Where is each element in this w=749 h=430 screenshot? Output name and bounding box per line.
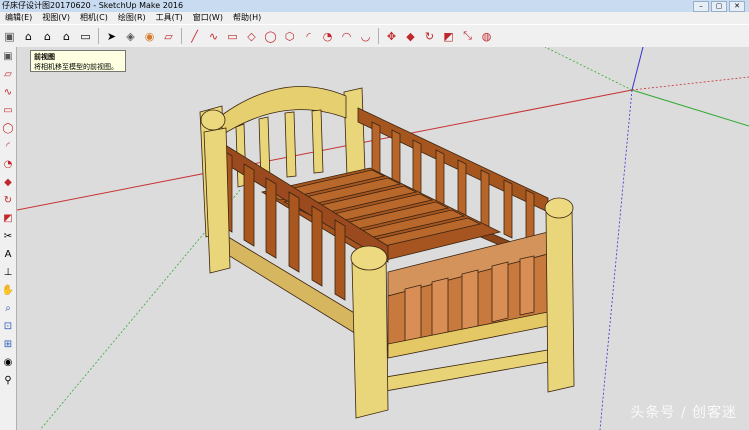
title-bar: 仔床仔设计图20170620 - SketchUp Make 2016 – ▢ … bbox=[0, 0, 749, 12]
cube-icon[interactable]: ▣ bbox=[1, 49, 15, 63]
menu-view[interactable]: 视图(V) bbox=[37, 12, 75, 24]
arc-tangent-icon[interactable]: ◡ bbox=[358, 28, 374, 44]
menu-bar: 编辑(E) 视图(V) 相机(C) 绘图(R) 工具(T) 窗口(W) 帮助(H… bbox=[0, 12, 749, 24]
eraser-icon[interactable]: ▱ bbox=[161, 28, 177, 44]
cube-icon[interactable]: ▣ bbox=[2, 28, 18, 44]
near-left-post-cap bbox=[200, 109, 226, 131]
footboard-stretcher bbox=[379, 349, 549, 393]
front-right-post bbox=[545, 205, 575, 393]
rotated-rectangle-icon[interactable]: ◇ bbox=[244, 28, 260, 44]
tooltip-text: 将相机移至模型的前视图。 bbox=[34, 63, 118, 71]
polygon-icon[interactable]: ⬡ bbox=[282, 28, 298, 44]
arc-icon[interactable]: ◜ bbox=[1, 139, 15, 153]
red-axis-dashed bbox=[631, 76, 749, 91]
home-icon[interactable]: ⌂ bbox=[21, 28, 37, 44]
menu-tools[interactable]: 工具(T) bbox=[151, 12, 188, 24]
follow-me-icon[interactable]: ◩ bbox=[1, 211, 15, 225]
green-axis-negative bbox=[544, 47, 633, 91]
window-controls: – ▢ ✕ bbox=[693, 1, 745, 12]
house-front-icon[interactable]: ⌂ bbox=[40, 28, 56, 44]
component-icon[interactable]: ◈ bbox=[123, 28, 139, 44]
pie-icon[interactable]: ◔ bbox=[1, 157, 15, 171]
rotate-icon[interactable]: ↻ bbox=[422, 28, 438, 44]
front-right-post-cap bbox=[544, 197, 574, 219]
close-button[interactable]: ✕ bbox=[729, 1, 745, 12]
menu-help[interactable]: 帮助(H) bbox=[228, 12, 266, 24]
minimize-button[interactable]: – bbox=[693, 1, 709, 12]
toolbar-separator bbox=[378, 28, 379, 44]
window-title: 仔床仔设计图20170620 - SketchUp Make 2016 bbox=[2, 1, 184, 10]
house-side-icon[interactable]: ▭ bbox=[78, 28, 94, 44]
watermark: 头条号 / 创客迷 bbox=[630, 405, 737, 421]
axes-icon[interactable]: ⊥ bbox=[1, 265, 15, 279]
pie-icon[interactable]: ◔ bbox=[320, 28, 336, 44]
headboard-slat bbox=[311, 109, 324, 174]
left-toolbar: ▣ ▱ ∿ ▭ ◯ ◜ ◔ ◆ ↻ ◩ ✂ A ⊥ ✋ ⌕ ⊡ ⊞ ◉ ⚲ bbox=[0, 47, 17, 430]
scale-icon[interactable]: ⤡ bbox=[460, 28, 476, 44]
freehand-icon[interactable]: ∿ bbox=[206, 28, 222, 44]
main-toolbar: ▣ ⌂ ⌂ ⌂ ▭ ➤ ◈ ◉ ▱ ╱ ∿ ▭ ◇ ◯ ⬡ ◜ ◔ ◠ ◡ ✥ … bbox=[0, 24, 749, 48]
move-icon[interactable]: ✥ bbox=[384, 28, 400, 44]
toolbar-separator bbox=[98, 28, 99, 44]
crib-model bbox=[199, 86, 575, 419]
walk-icon[interactable]: ⚲ bbox=[1, 373, 15, 387]
eraser-icon[interactable]: ▱ bbox=[1, 67, 15, 81]
near-left-post bbox=[203, 127, 231, 274]
text-label-icon[interactable]: A bbox=[1, 247, 15, 261]
zoom-icon[interactable]: ⌕ bbox=[1, 301, 15, 315]
menu-edit[interactable]: 编辑(E) bbox=[0, 12, 37, 24]
front-view-tooltip: 前视图 将相机移至模型的前视图。 bbox=[30, 50, 126, 72]
house-back-icon[interactable]: ⌂ bbox=[59, 28, 75, 44]
zoom-window-icon[interactable]: ⊡ bbox=[1, 319, 15, 333]
front-left-post bbox=[351, 253, 389, 419]
rotate-icon[interactable]: ↻ bbox=[1, 193, 15, 207]
tape-measure-icon[interactable]: ✂ bbox=[1, 229, 15, 243]
rectangle-icon[interactable]: ▭ bbox=[1, 103, 15, 117]
push-pull-icon[interactable]: ◆ bbox=[403, 28, 419, 44]
arc-icon[interactable]: ◜ bbox=[301, 28, 317, 44]
paint-bucket-icon[interactable]: ◉ bbox=[142, 28, 158, 44]
zoom-extents-icon[interactable]: ⊞ bbox=[1, 337, 15, 351]
pan-hand-icon[interactable]: ✋ bbox=[1, 283, 15, 297]
pencil-icon[interactable]: ╱ bbox=[187, 28, 203, 44]
circle-icon[interactable]: ◯ bbox=[263, 28, 279, 44]
green-axis bbox=[631, 89, 749, 127]
push-pull-icon[interactable]: ◆ bbox=[1, 175, 15, 189]
offset-icon[interactable]: ◍ bbox=[479, 28, 495, 44]
menu-camera[interactable]: 相机(C) bbox=[75, 12, 113, 24]
look-around-icon[interactable]: ◉ bbox=[1, 355, 15, 369]
follow-me-icon[interactable]: ◩ bbox=[441, 28, 457, 44]
blue-axis-negative bbox=[599, 89, 633, 430]
freehand-icon[interactable]: ∿ bbox=[1, 85, 15, 99]
menu-draw[interactable]: 绘图(R) bbox=[113, 12, 151, 24]
front-left-post-cap bbox=[350, 245, 388, 271]
select-arrow-icon[interactable]: ➤ bbox=[104, 28, 120, 44]
tooltip-title: 前视图 bbox=[34, 53, 55, 61]
drawing-viewport[interactable] bbox=[17, 47, 749, 430]
model-canvas bbox=[17, 47, 749, 430]
blue-axis bbox=[631, 47, 644, 91]
toolbar-separator bbox=[181, 28, 182, 44]
headboard-slat bbox=[284, 111, 297, 178]
rectangle-icon[interactable]: ▭ bbox=[225, 28, 241, 44]
circle-icon[interactable]: ◯ bbox=[1, 121, 15, 135]
maximize-button[interactable]: ▢ bbox=[711, 1, 727, 12]
menu-window[interactable]: 窗口(W) bbox=[188, 12, 228, 24]
arc3-icon[interactable]: ◠ bbox=[339, 28, 355, 44]
